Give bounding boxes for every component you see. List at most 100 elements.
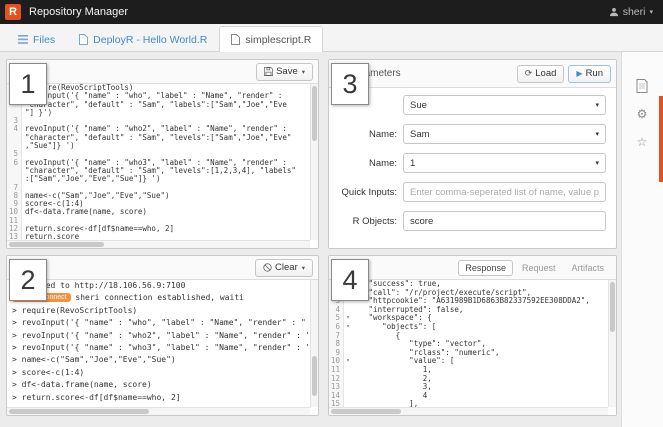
line-text: 4 (355, 391, 428, 400)
file-icon (231, 34, 241, 45)
line-text: "call": "/r/project/execute/script", (355, 288, 532, 297)
app-logo[interactable]: R (5, 4, 21, 20)
clear-button[interactable]: Clear ▾ (255, 258, 313, 277)
parameter-label: Name: (369, 128, 397, 140)
editor-hscrollbar[interactable] (7, 240, 310, 248)
annotation-1: 1 (9, 63, 47, 105)
user-menu[interactable]: sheri ▾ (609, 6, 653, 18)
parameter-select[interactable]: Sam ▾ (403, 124, 606, 144)
document-icon[interactable] (634, 78, 650, 94)
parameter-label: R Objects: (352, 215, 397, 227)
clear-label: Clear (275, 262, 298, 273)
tab-artifacts[interactable]: Artifacts (564, 260, 611, 276)
save-button[interactable]: Save ▾ (256, 62, 313, 81)
line-text: :["Sam","Joe","Eve","Sue"]} ') (25, 175, 161, 184)
response-hscrollbar[interactable] (329, 407, 608, 415)
editor-line: 4 revoInput('{ "name" : "who2", "label" :… (7, 125, 310, 134)
fold-icon (344, 332, 352, 341)
parameter-select[interactable]: 1 ▾ (403, 153, 606, 173)
app-title: Repository Manager (29, 6, 129, 18)
json-line: 13 3, (329, 383, 608, 392)
line-text: "character", "default" : "Sam", "labels"… (25, 100, 287, 109)
console-hscrollbar[interactable] (7, 407, 310, 415)
r-objects-field[interactable] (403, 211, 606, 231)
gear-icon[interactable]: ⚙ (634, 106, 650, 122)
run-button[interactable]: ▶ Run (568, 64, 611, 83)
json-line: 12 2, (329, 374, 608, 384)
editor-line: :["Sam","Joe","Eve","Sue"]} ') (7, 175, 310, 184)
tab-bar: Files DeployR - Hello World.R simplescript… (0, 24, 663, 52)
tab-response[interactable]: Response (458, 259, 513, 276)
console-panel: Clear ▾ Connected to http://18.106.56.9:… (6, 255, 319, 416)
tab-simplescript-r[interactable]: simplescript.R (219, 26, 324, 52)
load-icon: ⟳ (524, 68, 533, 78)
annotation-2: 2 (9, 259, 47, 301)
parameter-row: R Objects: (339, 211, 606, 231)
parameters-actions: ⟳ Load ▶ Run (516, 64, 611, 83)
line-text: name<-c("Sam","Joe","Eve","Sue") (25, 191, 170, 200)
json-line: 2 "call": "/r/project/execute/script", (329, 288, 608, 298)
line-text: "character", "default" : "Sam", "levels"… (25, 133, 292, 142)
parameter-select[interactable]: Sue ▾ (403, 95, 606, 115)
star-icon[interactable]: ☆ (634, 134, 650, 150)
fold-icon (344, 366, 352, 375)
parameter-label: Name: (369, 157, 397, 169)
console-toolbar: Clear ▾ (7, 256, 318, 280)
fold-icon: ▾ (346, 357, 350, 365)
chevron-down-icon: ▾ (595, 131, 599, 138)
load-button[interactable]: ⟳ Load (516, 64, 565, 83)
parameters-header: Parameters ⟳ Load ▶ Run (329, 60, 616, 88)
parameter-row: Name: Sam ▾ (339, 124, 606, 144)
accent-bar (659, 96, 663, 182)
editor-line: "] }') (7, 108, 310, 118)
tab-files[interactable]: Files (6, 26, 67, 52)
json-line: 3 "httpcookie": "A631989B1D6863B82337592… (329, 297, 608, 306)
fold-icon (344, 349, 352, 358)
console-output[interactable]: Connected to http://18.106.56.9:7100 Stre… (12, 280, 308, 405)
line-text: 2, (355, 374, 432, 383)
line-text: "type": "vector", (355, 340, 486, 349)
json-line: 7 { (329, 331, 608, 341)
editor-line: 3 (7, 116, 310, 126)
parameter-row: Quick Inputs: (339, 182, 606, 202)
chevron-down-icon: ▾ (649, 9, 653, 16)
editor-line: 9 score<-c(1:4) (7, 199, 310, 209)
annotation-4: 4 (331, 259, 369, 301)
parameters-panel: Parameters ⟳ Load ▶ Run Sue ▾ Name: Sam ▾ Nam… (328, 59, 617, 249)
line-text: "httpcookie": "A631989B1D6863B82337592EE… (355, 297, 590, 306)
response-json-viewer[interactable]: 1 "success": true,2 "call": "/r/project/… (329, 280, 608, 407)
line-text: "objects": [ (355, 322, 437, 331)
console-line: > revoInput('{ "name" : "who3", "label" … (12, 343, 308, 353)
editor-line: 8 name<-c("Sam","Joe","Eve","Sue") (7, 191, 310, 201)
line-text: "workspace": { (355, 314, 432, 323)
console-line: > revoInput('{ "name" : "who", "label" :… (12, 318, 306, 328)
editor-line: 5 (7, 150, 310, 159)
editor-line: ,"Sue"]} ') (7, 142, 310, 151)
parameter-row: Sue ▾ (339, 95, 606, 115)
editor-line: 10 df<-data.frame(name, score) (7, 208, 310, 217)
run-label: Run (585, 68, 603, 79)
response-vscrollbar[interactable] (608, 280, 616, 407)
line-number: 15 (329, 400, 344, 407)
quick-inputs-field[interactable] (403, 182, 606, 202)
tab-request[interactable]: Request (515, 260, 563, 276)
json-line: 6 ▾ "objects": [ (329, 322, 608, 332)
code-editor[interactable]: 1require(RevoScriptTools)2revoInput('{ "… (7, 84, 310, 240)
line-number: 4 (7, 125, 22, 134)
console-line: > df<-data.frame(name, score) (12, 380, 152, 390)
fold-icon (344, 392, 352, 401)
line-text: score<-c(1:4) (25, 200, 84, 209)
console-vscrollbar[interactable] (310, 280, 318, 407)
parameter-row: Name: 1 ▾ (339, 153, 606, 173)
line-text: "] }') (25, 108, 53, 117)
fold-icon: ▾ (346, 314, 350, 322)
response-header: Response Request Artifacts (329, 256, 616, 280)
tab-bar-tabs: Files DeployR - Hello World.R simplescript… (6, 26, 324, 52)
editor-line: 7 (7, 183, 310, 192)
line-text: { (355, 331, 401, 340)
line-text: revoInput('{ "name" : "who3", "label" : … (25, 158, 287, 167)
editor-vscrollbar[interactable] (310, 84, 318, 240)
line-text: "interrupted": false, (355, 305, 464, 314)
line-text: "rclass": "numeric", (355, 348, 500, 357)
tab-deployr-hello-world-r[interactable]: DeployR - Hello World.R (67, 26, 219, 52)
